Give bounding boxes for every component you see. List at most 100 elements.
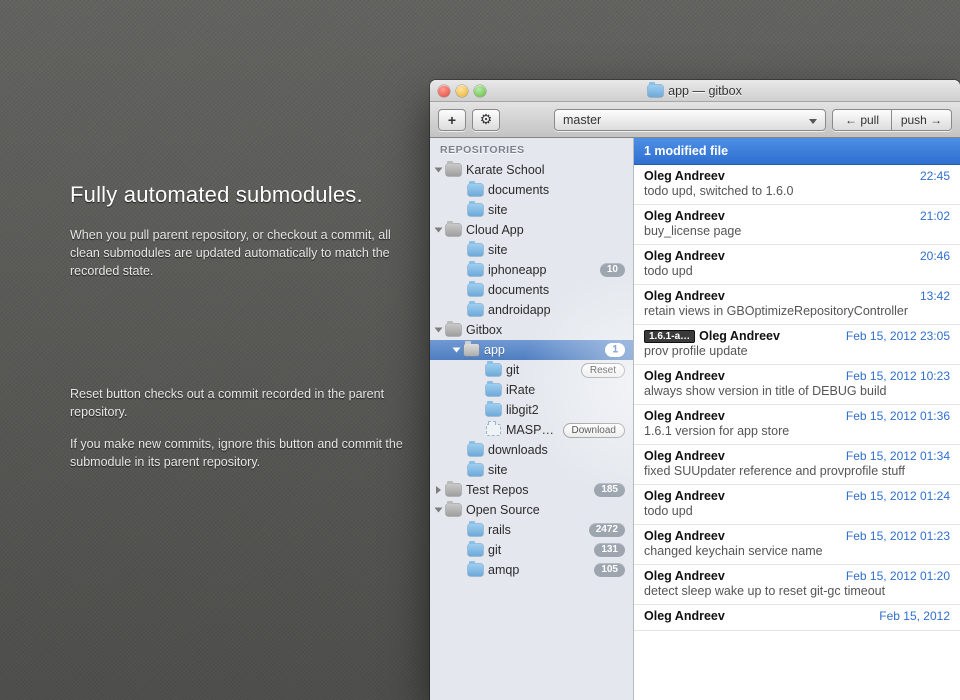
sidebar-item-site[interactable]: site xyxy=(430,460,633,480)
sidebar-item-label: downloads xyxy=(488,443,625,457)
disclosure-triangle-icon[interactable] xyxy=(435,168,443,173)
commit-author: Oleg Andreev xyxy=(644,489,725,503)
commit-row[interactable]: 1.6.1-a…Oleg AndreevFeb 15, 2012 23:05pr… xyxy=(634,325,960,365)
commit-row[interactable]: Oleg Andreev 13:42retain views in GBOptim… xyxy=(634,285,960,325)
disclosure-triangle-icon[interactable] xyxy=(435,508,443,513)
commit-row[interactable]: Oleg AndreevFeb 15, 2012 10:23always sho… xyxy=(634,365,960,405)
folder-icon xyxy=(446,484,461,496)
sidebar-item-app[interactable]: app1 xyxy=(430,340,633,360)
disclosure-triangle-icon[interactable] xyxy=(436,486,441,494)
settings-button[interactable] xyxy=(472,109,500,131)
sidebar-item-label: documents xyxy=(488,283,625,297)
sidebar-item-label: site xyxy=(488,203,625,217)
sidebar-item-site[interactable]: site xyxy=(430,200,633,220)
add-button[interactable] xyxy=(438,109,466,131)
folder-icon xyxy=(468,464,483,476)
folder-icon xyxy=(648,85,663,97)
commit-author: Oleg Andreev xyxy=(644,529,725,543)
push-button[interactable]: push → xyxy=(892,109,952,131)
sidebar-item-documents[interactable]: documents xyxy=(430,280,633,300)
sidebar-item-open-source[interactable]: Open Source xyxy=(430,500,633,520)
commit-author: Oleg Andreev xyxy=(644,169,725,183)
folder-icon xyxy=(468,304,483,316)
commit-author: Oleg Andreev xyxy=(644,289,725,303)
sidebar-item-test-repos[interactable]: Test Repos185 xyxy=(430,480,633,500)
sidebar-item-documents[interactable]: documents xyxy=(430,180,633,200)
sidebar-item-label: Cloud App xyxy=(466,223,625,237)
sidebar-item-label: MASPref… xyxy=(506,423,558,437)
close-icon[interactable] xyxy=(438,85,450,97)
commit-message: fixed SUUpdater reference and provprofil… xyxy=(644,464,950,478)
commit-author: 1.6.1-a…Oleg Andreev xyxy=(644,329,780,343)
status-banner[interactable]: 1 modified file xyxy=(634,138,960,165)
sidebar-item-maspref-[interactable]: MASPref… Download xyxy=(430,420,633,440)
download-button[interactable]: Download xyxy=(563,423,625,438)
commit-row[interactable]: Oleg AndreevFeb 15, 2012 01:24todo upd xyxy=(634,485,960,525)
commit-time: 22:45 xyxy=(920,169,950,183)
sidebar-item-karate-school[interactable]: Karate School xyxy=(430,160,633,180)
count-badge: 2472 xyxy=(589,523,625,537)
sidebar-item-git[interactable]: git131 xyxy=(430,540,633,560)
sidebar-header: REPOSITORIES xyxy=(430,138,633,160)
sidebar-item-label: iphoneapp xyxy=(488,263,595,277)
zoom-icon[interactable] xyxy=(474,85,486,97)
folder-icon xyxy=(468,564,483,576)
commit-time: Feb 15, 2012 xyxy=(879,609,950,623)
folder-icon xyxy=(468,444,483,456)
sidebar-item-gitbox[interactable]: Gitbox xyxy=(430,320,633,340)
sidebar-item-irate[interactable]: iRate xyxy=(430,380,633,400)
disclosure-triangle-icon[interactable] xyxy=(435,328,443,333)
chevron-down-icon xyxy=(809,113,817,127)
commit-message: always show version in title of DEBUG bu… xyxy=(644,384,950,398)
commit-time: 13:42 xyxy=(920,289,950,303)
reset-button[interactable]: Reset xyxy=(581,363,625,378)
folder-icon xyxy=(468,184,483,196)
commit-time: Feb 15, 2012 01:36 xyxy=(846,409,950,423)
commit-row[interactable]: Oleg Andreev Feb 15, 2012 xyxy=(634,605,960,631)
sidebar-item-androidapp[interactable]: androidapp xyxy=(430,300,633,320)
sidebar-item-downloads[interactable]: downloads xyxy=(430,440,633,460)
commit-row[interactable]: Oleg AndreevFeb 15, 2012 01:23changed ke… xyxy=(634,525,960,565)
sidebar-item-label: site xyxy=(488,243,625,257)
commit-message: retain views in GBOptimizeRepositoryCont… xyxy=(644,304,950,318)
caption-p2: If you make new commits, ignore this but… xyxy=(70,435,430,471)
commit-author: Oleg Andreev xyxy=(644,369,725,383)
count-badge: 10 xyxy=(600,263,625,277)
folder-icon xyxy=(446,504,461,516)
minimize-icon[interactable] xyxy=(456,85,468,97)
commit-row[interactable]: Oleg Andreev20:46todo upd xyxy=(634,245,960,285)
disclosure-triangle-icon[interactable] xyxy=(453,348,461,353)
folder-icon xyxy=(446,224,461,236)
commit-row[interactable]: Oleg Andreev22:45todo upd, switched to 1… xyxy=(634,165,960,205)
commit-row[interactable]: Oleg AndreevFeb 15, 2012 01:20detect sle… xyxy=(634,565,960,605)
sidebar-item-amqp[interactable]: amqp105 xyxy=(430,560,633,580)
folder-icon xyxy=(464,344,479,356)
sidebar-item-libgit2[interactable]: libgit2 xyxy=(430,400,633,420)
branch-select[interactable]: master xyxy=(554,109,826,131)
sidebar-item-git[interactable]: gitReset xyxy=(430,360,633,380)
sidebar-item-iphoneapp[interactable]: iphoneapp 10 xyxy=(430,260,633,280)
commit-message: detect sleep wake up to reset git-gc tim… xyxy=(644,584,950,598)
commit-author: Oleg Andreev xyxy=(644,609,725,623)
commit-row[interactable]: Oleg AndreevFeb 15, 2012 01:361.6.1 vers… xyxy=(634,405,960,445)
titlebar[interactable]: app — gitbox xyxy=(430,80,960,102)
app-window: app — gitbox master ← pull push → REPOSI… xyxy=(430,80,960,700)
sidebar-item-label: libgit2 xyxy=(506,403,625,417)
disclosure-triangle-icon[interactable] xyxy=(435,228,443,233)
sidebar-item-label: git xyxy=(488,543,589,557)
folder-icon xyxy=(468,284,483,296)
sidebar-item-site[interactable]: site xyxy=(430,240,633,260)
sidebar-item-cloud-app[interactable]: Cloud App xyxy=(430,220,633,240)
commit-author: Oleg Andreev xyxy=(644,409,725,423)
commit-row[interactable]: Oleg AndreevFeb 15, 2012 01:34fixed SUUp… xyxy=(634,445,960,485)
pull-push-segment: ← pull push → xyxy=(832,109,952,131)
sidebar-item-label: Gitbox xyxy=(466,323,625,337)
sidebar-item-label: site xyxy=(488,463,625,477)
folder-icon xyxy=(486,364,501,376)
commit-time: Feb 15, 2012 01:24 xyxy=(846,489,950,503)
commit-row[interactable]: Oleg Andreev21:02buy_license page xyxy=(634,205,960,245)
pull-button[interactable]: ← pull xyxy=(832,109,892,131)
folder-icon xyxy=(446,324,461,336)
sidebar-item-rails[interactable]: rails 2472 xyxy=(430,520,633,540)
sidebar-item-label: rails xyxy=(488,523,584,537)
